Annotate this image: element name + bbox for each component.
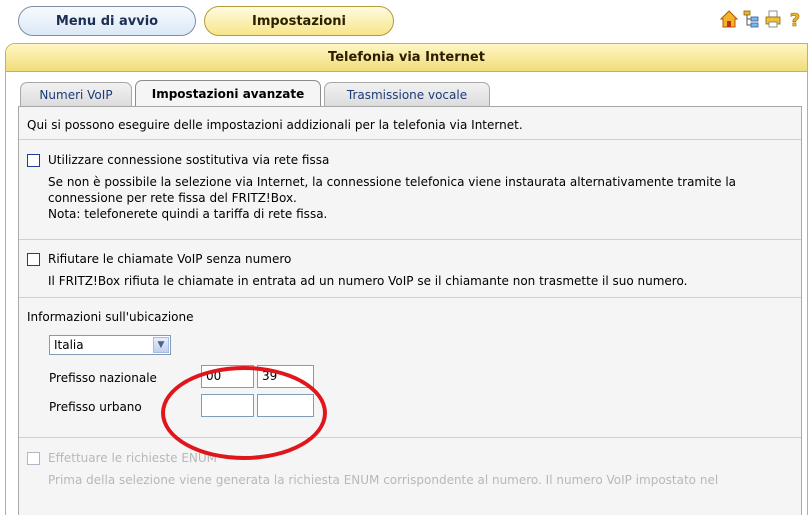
- settings-button[interactable]: Impostazioni: [204, 6, 394, 36]
- location-heading: Informazioni sull'ubicazione: [27, 310, 194, 324]
- tab-voice-transmission[interactable]: Trasmissione vocale: [324, 82, 490, 106]
- fallback-label[interactable]: Utilizzare connessione sostitutiva via r…: [48, 153, 329, 167]
- area-code-field-2[interactable]: [257, 394, 314, 417]
- national-prefix-label: Prefisso nazionale: [49, 371, 157, 385]
- reject-section: Rifiutare le chiamate VoIP senza numero …: [19, 240, 801, 298]
- fallback-checkbox[interactable]: [27, 153, 40, 167]
- tab-bar: Numeri VoIP Impostazioni avanzate Trasmi…: [20, 80, 493, 106]
- national-prefix-field-2[interactable]: 39: [257, 365, 314, 388]
- print-icon[interactable]: [764, 8, 782, 30]
- enum-description: Prima della selezione viene generata la …: [48, 473, 719, 487]
- panel-title: Telefonia via Internet: [6, 44, 807, 72]
- reject-anonymous-checkbox[interactable]: [27, 252, 40, 266]
- enum-label[interactable]: Effettuare le richieste ENUM: [48, 451, 217, 465]
- area-code-row: Prefisso urbano: [27, 394, 793, 419]
- svg-text:?: ?: [790, 10, 800, 30]
- national-prefix-field-1[interactable]: 00: [201, 365, 254, 388]
- main-panel: Telefonia via Internet Numeri VoIP Impos…: [5, 43, 808, 515]
- fallback-desc-line: connessione per rete fissa del FRITZ!Box…: [48, 191, 297, 205]
- start-menu-button[interactable]: Menu di avvio: [18, 6, 196, 36]
- enum-section: Effettuare le richieste ENUM Prima della…: [19, 438, 801, 488]
- fallback-section: Utilizzare connessione sostitutiva via r…: [19, 140, 801, 240]
- enum-checkbox[interactable]: [27, 451, 40, 465]
- fallback-description: Se non è possibile la selezione via Inte…: [48, 174, 793, 222]
- tab-voip-numbers[interactable]: Numeri VoIP: [20, 82, 132, 106]
- chevron-down-icon[interactable]: ▼: [153, 337, 169, 353]
- reject-description: Il FRITZ!Box rifiuta le chiamate in entr…: [48, 274, 688, 288]
- intro-text: Qui si possono eseguire delle impostazio…: [19, 107, 801, 140]
- home-icon[interactable]: [719, 8, 739, 30]
- area-code-field-1[interactable]: [201, 394, 254, 417]
- toolbar-icons: ?: [719, 8, 804, 32]
- fallback-desc-line: Se non è possibile la selezione via Inte…: [48, 175, 737, 189]
- tab-content: Qui si possono eseguire delle impostazio…: [18, 106, 802, 515]
- help-icon[interactable]: ?: [786, 8, 804, 32]
- country-value: Italia: [54, 338, 84, 352]
- sitemap-icon[interactable]: [742, 8, 760, 30]
- national-prefix-row: Prefisso nazionale 00 39: [27, 365, 793, 390]
- location-section: Informazioni sull'ubicazione Italia ▼ Pr…: [19, 298, 801, 438]
- tab-advanced-settings[interactable]: Impostazioni avanzate: [135, 80, 321, 106]
- reject-anonymous-label[interactable]: Rifiutare le chiamate VoIP senza numero: [48, 252, 291, 266]
- fallback-note: Nota: telefonerete quindi a tariffa di r…: [48, 207, 328, 221]
- country-select[interactable]: Italia ▼: [49, 335, 171, 355]
- area-code-label: Prefisso urbano: [49, 400, 142, 414]
